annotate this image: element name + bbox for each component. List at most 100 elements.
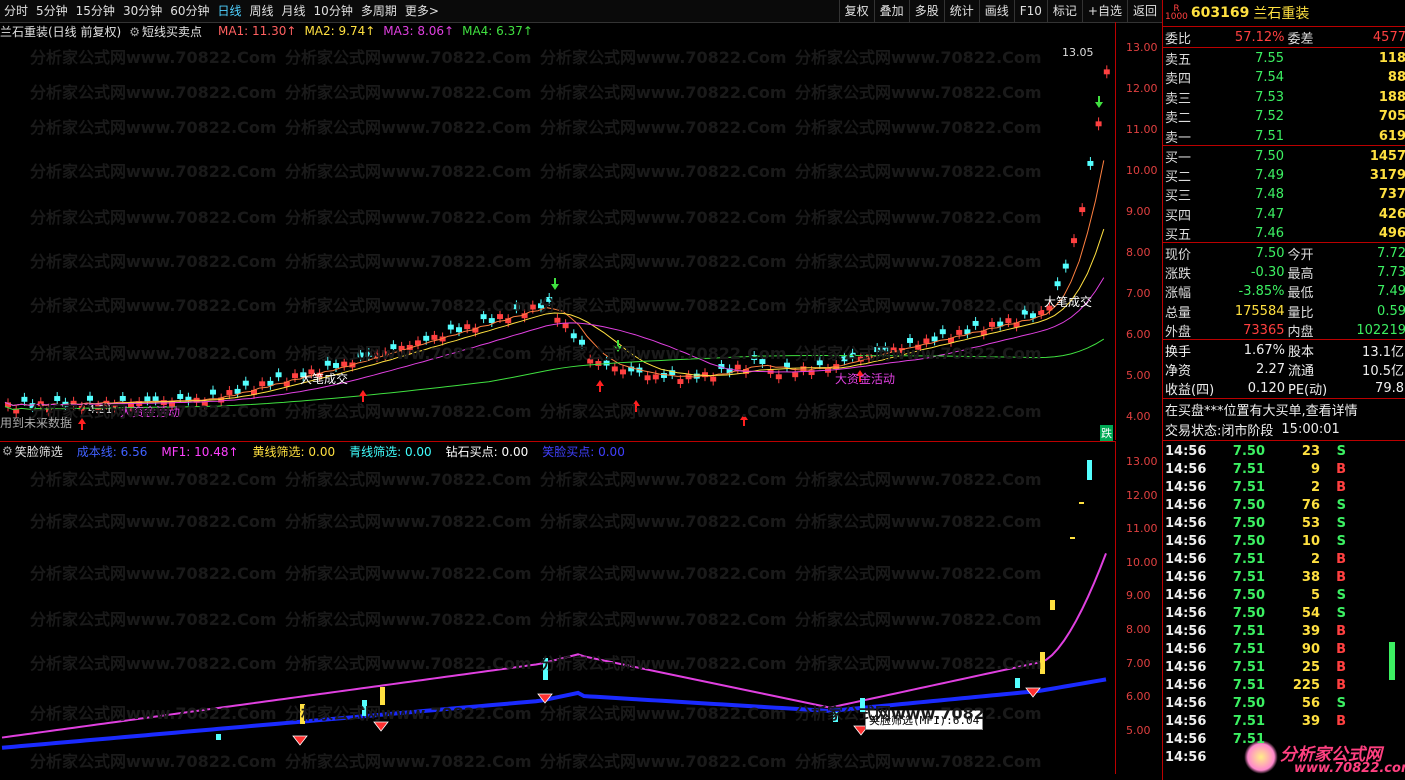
stat-label: 总量: [1165, 305, 1192, 321]
ask-volume: 705: [1378, 109, 1405, 125]
axis-tick-label: 6.00: [1126, 328, 1151, 341]
period-tab[interactable]: 更多>: [401, 0, 443, 22]
tick-time: 14:56: [1165, 750, 1207, 765]
toolbar-action-button[interactable]: 返回: [1126, 0, 1162, 22]
axis-tick-label: 12.00: [1126, 82, 1158, 95]
candle-body: [456, 327, 462, 333]
sub-legend-item: MF1: 10.48↑: [161, 444, 239, 459]
bid-volume: 3179: [1369, 168, 1405, 184]
sell-arrow-icon: [551, 278, 559, 290]
toolbar-action-button[interactable]: 标记: [1046, 0, 1082, 22]
candle-body: [1095, 121, 1102, 127]
tick-row: 14:56 7.51 90 B: [1165, 640, 1405, 659]
period-tab[interactable]: 60分钟: [166, 0, 213, 22]
ask-price: 7.55: [1255, 51, 1285, 66]
yellow-filter-bar: [380, 687, 385, 705]
tick-row: 14:56 7.51 25 B: [1165, 658, 1405, 677]
period-tab[interactable]: 多周期: [357, 0, 401, 22]
period-tab[interactable]: 分时: [0, 0, 32, 22]
big-order-notice[interactable]: 在买盘***位置有大买单,查看详情: [1165, 400, 1358, 419]
candle-body: [734, 364, 741, 370]
indicator-pane[interactable]: ⚙ 笑脸筛选 成本线: 6.56 MF1: 10.48↑ 黄线筛选: 0.00 青线筛…: [0, 441, 1115, 775]
share-value: 79.8: [1375, 381, 1404, 397]
candle-body: [595, 360, 602, 366]
axis-tick-label: 11.00: [1126, 522, 1158, 536]
trade-status-time: 15:00:01: [1281, 422, 1340, 437]
tick-time: 14:56: [1165, 516, 1207, 531]
tick-side: B: [1336, 642, 1346, 657]
candle-body: [1038, 309, 1045, 315]
stat-label: 现价: [1165, 248, 1192, 263]
quote-panel: R 1000 603169 兰石重装 委比 57.12% 委差 4577 在买盘*…: [1162, 0, 1405, 780]
toolbar-action-button[interactable]: +自选: [1081, 0, 1127, 22]
period-tab[interactable]: 日线: [214, 0, 246, 22]
sub-legend-item: 黄线筛选: 0.00: [252, 444, 336, 459]
stat-value: 73365: [1243, 322, 1285, 338]
tick-time: 14:56: [1165, 534, 1207, 549]
sub-settings-icon[interactable]: ⚙: [2, 444, 13, 458]
tick-volume: 56: [1301, 696, 1320, 711]
toolbar-action-button[interactable]: 画线: [978, 0, 1014, 22]
candle-body: [1021, 309, 1028, 315]
candle-body: [587, 358, 594, 364]
candle-body: [464, 324, 471, 330]
annotation-future-data: 用到未来数据: [0, 416, 73, 430]
tick-volume: 2: [1310, 552, 1320, 567]
trade-status-row: 交易状态: 闭市阶段 15:00:01: [1165, 422, 1340, 439]
toolbar-action-button[interactable]: 多股: [908, 0, 944, 22]
tick-price: 7.50: [1232, 588, 1265, 603]
stat-label: 内盘: [1287, 324, 1314, 340]
tick-price: 7.51: [1232, 732, 1265, 747]
ma-legend-item: MA3: 8.06↑: [383, 24, 455, 38]
candle-body: [1103, 69, 1110, 75]
low-price-label: 4.21: [88, 403, 113, 416]
indicator-name[interactable]: ⚙ 短线买卖点: [129, 23, 210, 40]
candle-body: [644, 375, 651, 381]
tick-price: 7.51: [1232, 660, 1265, 675]
candle-body: [579, 339, 585, 345]
bid-label: 买五: [1165, 227, 1192, 243]
candle-body: [357, 352, 364, 358]
tick-price: 7.51: [1232, 624, 1265, 639]
candle-body: [956, 329, 963, 335]
crosshair-tooltip: 笑脸筛选(MF1):6.04: [865, 710, 984, 730]
toolbar-action-button[interactable]: 叠加: [873, 0, 909, 22]
stat-label: 最高: [1287, 267, 1314, 283]
toolbar-action-button[interactable]: F10: [1013, 0, 1047, 22]
notice-row[interactable]: 在买盘***位置有大买单,查看详情: [1165, 400, 1405, 419]
main-chart-pane[interactable]: 兰石重装(日线 前复权) ⚙ 短线买卖点 MA1: 11.30↑ MA2: 9.74…: [0, 22, 1115, 441]
tick-time: 14:56: [1165, 696, 1207, 711]
period-tab[interactable]: 周线: [246, 0, 278, 22]
tick-volume: 39: [1301, 624, 1320, 639]
period-tab[interactable]: 5分钟: [32, 0, 72, 22]
axis-tick-label: 8.00: [1126, 246, 1151, 259]
bid-price: 7.49: [1255, 168, 1285, 184]
settings-icon[interactable]: ⚙: [129, 25, 140, 39]
candle-body: [931, 336, 938, 342]
tick-volume: 76: [1301, 498, 1320, 513]
period-tab[interactable]: 10分钟: [310, 0, 357, 22]
period-tab[interactable]: 月线: [278, 0, 310, 22]
toolbar-action-button[interactable]: 统计: [943, 0, 979, 22]
share-value: 2.27: [1256, 362, 1285, 378]
tick-time: 14:56: [1165, 480, 1207, 495]
candlestick-chart[interactable]: [0, 22, 1115, 440]
toolbar-action-button[interactable]: 复权: [838, 0, 874, 22]
ask-volume: 88: [1387, 70, 1405, 86]
tick-time: 14:56: [1165, 606, 1207, 621]
cyan-filter-bar: [833, 712, 838, 722]
period-tab[interactable]: 15分钟: [72, 0, 119, 22]
tick-volume: 9: [1310, 462, 1320, 477]
period-tab[interactable]: 30分钟: [119, 0, 166, 22]
ask-price: 7.53: [1255, 89, 1285, 105]
candle-body: [882, 346, 889, 352]
ma-legend-item: MA1: 11.30↑: [217, 24, 297, 38]
candle-body: [226, 390, 233, 395]
axis-tick-label: 5.00: [1126, 369, 1151, 382]
diamond-buy-icon: [373, 721, 389, 732]
share-value: 1.67%: [1243, 343, 1285, 358]
ask-label: 卖三: [1165, 91, 1192, 107]
tick-row: 14:56 7.51 39 B: [1165, 622, 1405, 641]
candle-body: [292, 373, 298, 379]
tick-time: 14:56: [1165, 498, 1207, 513]
